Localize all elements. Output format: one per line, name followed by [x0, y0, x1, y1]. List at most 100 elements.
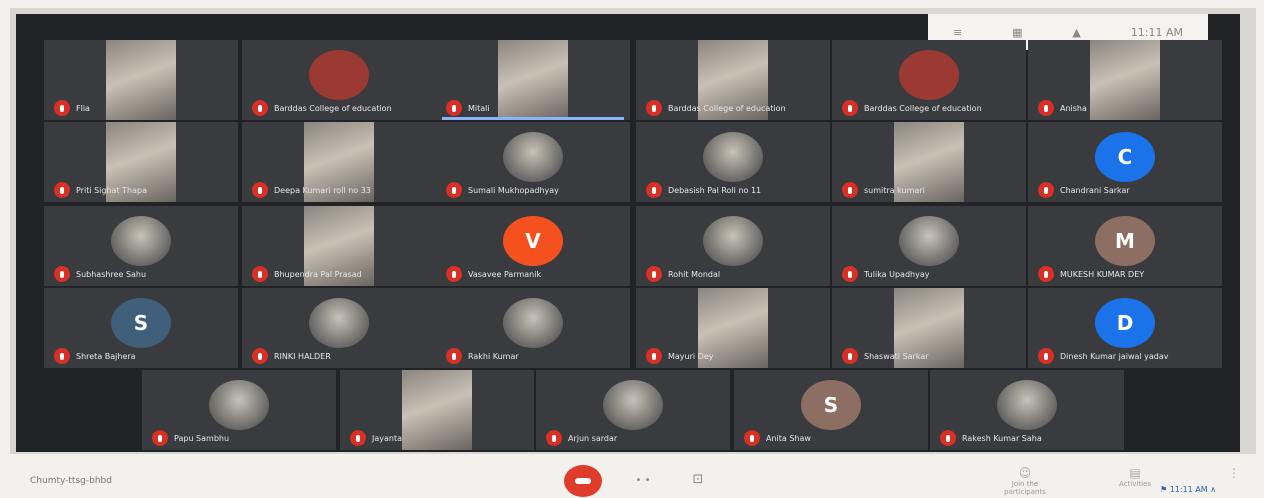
activities-button[interactable]: ▤ Activities — [1110, 466, 1160, 488]
meeting-code: Chumty-ttsg-bhbd — [30, 476, 112, 486]
participant-tile[interactable]: Deepa Kumari roll no 33 — [242, 122, 436, 202]
participant-name-row: sumitra kumari — [842, 182, 925, 198]
participant-avatar — [111, 216, 171, 266]
participant-name-row: Chandrani Sarkar — [1038, 182, 1130, 198]
participant-tile[interactable]: Rakhi Kumar — [436, 288, 630, 368]
participant-tile[interactable]: V Vasavee Parmanik — [436, 206, 630, 286]
participant-tile[interactable]: S Shreta Bajhera — [44, 288, 238, 368]
participant-tile[interactable]: Rohit Mondal — [636, 206, 830, 286]
participant-name: Arjun sardar — [568, 433, 618, 443]
participant-name: Barddas College of education — [864, 103, 982, 113]
mic-off-icon — [646, 348, 662, 364]
participant-name: MUKESH KUMAR DEY — [1060, 269, 1145, 279]
participant-tile[interactable]: Flia — [44, 40, 238, 120]
participant-tile[interactable]: Mayuri Dey — [636, 288, 830, 368]
participant-avatar — [309, 50, 369, 100]
participant-avatar: C — [1095, 132, 1155, 182]
mic-off-icon — [646, 266, 662, 282]
participant-tile[interactable]: Shaswati Sarkar — [832, 288, 1026, 368]
participants-icon[interactable]: ≡ — [953, 26, 962, 39]
participant-tile[interactable]: Priti Sighat Thapa — [44, 122, 238, 202]
mic-off-icon — [446, 266, 462, 282]
participant-avatar — [209, 380, 269, 430]
participant-tile[interactable]: Rakesh Kumar Saha — [930, 370, 1124, 450]
hangup-button[interactable] — [564, 465, 602, 497]
participant-name: Barddas College of education — [668, 103, 786, 113]
participant-name: Shreta Bajhera — [76, 351, 136, 361]
mic-off-icon — [54, 100, 70, 116]
participant-avatar: D — [1095, 298, 1155, 348]
participant-tile[interactable]: Subhashree Sahu — [44, 206, 238, 286]
participant-name-row: Rohit Mondal — [646, 266, 720, 282]
captions-button[interactable]: • • — [630, 470, 656, 490]
participant-tile[interactable]: Barddas College of education — [832, 40, 1026, 120]
participant-tile[interactable]: Sumali Mukhopadhyay — [436, 122, 630, 202]
participants-button[interactable]: ☺ Join the participants — [990, 466, 1060, 496]
mic-off-icon — [646, 100, 662, 116]
mic-off-icon — [54, 348, 70, 364]
participant-name: Mayuri Dey — [668, 351, 714, 361]
participant-tile[interactable]: Arjun sardar — [536, 370, 730, 450]
participant-name-row: Tulika Upadhyay — [842, 266, 929, 282]
participant-tile[interactable]: Debasish Pal Roll no 11 — [636, 122, 830, 202]
participant-name: Subhashree Sahu — [76, 269, 147, 279]
mic-off-icon — [252, 182, 268, 198]
participant-name: Tulika Upadhyay — [864, 269, 930, 279]
mic-off-icon — [1038, 266, 1054, 282]
participant-avatar: M — [1095, 216, 1155, 266]
participant-avatar — [309, 298, 369, 348]
more-options-button[interactable]: ⋮ — [1224, 466, 1244, 480]
participant-name: RINKI HALDER — [274, 351, 331, 361]
present-button[interactable]: ⊡ — [686, 468, 710, 490]
participant-name: Sumali Mukhopadhyay — [468, 185, 559, 195]
participant-tile[interactable]: sumitra kumari — [832, 122, 1026, 202]
participant-avatar: S — [801, 380, 861, 430]
participant-tile[interactable]: S Anita Shaw — [734, 370, 928, 450]
participant-video — [106, 40, 176, 120]
participant-tile[interactable]: C Chandrani Sarkar — [1028, 122, 1222, 202]
participant-tile[interactable]: Mitali — [436, 40, 630, 120]
shapes-icon: ▤ — [1129, 466, 1141, 480]
participant-name-row: Debasish Pal Roll no 11 — [646, 182, 761, 198]
participant-name: Dinesh Kumar jaiwal yadav — [1060, 351, 1169, 361]
mic-off-icon — [446, 348, 462, 364]
mic-off-icon — [252, 100, 268, 116]
participant-name-row: Bhupendra Pal Prasad — [252, 266, 362, 282]
participant-name: Rakesh Kumar Saha — [962, 433, 1042, 443]
participant-name-row: Jayanta — [350, 430, 402, 446]
participant-avatar — [997, 380, 1057, 430]
activity-icon[interactable]: ▲ — [1072, 26, 1080, 39]
layout-icon[interactable]: ▦ — [1012, 26, 1022, 39]
mic-off-icon — [940, 430, 956, 446]
participant-tile[interactable]: Papu Sambhu — [142, 370, 336, 450]
participant-name-row: Deepa Kumari roll no 33 — [252, 182, 371, 198]
participant-name: Jayanta — [372, 433, 403, 443]
mic-off-icon — [54, 182, 70, 198]
participant-avatar — [899, 50, 959, 100]
participant-tile[interactable]: Anisha — [1028, 40, 1222, 120]
participant-name-row: Sumali Mukhopadhyay — [446, 182, 559, 198]
participant-tile[interactable]: Barddas College of education — [242, 40, 436, 120]
participant-avatar — [703, 216, 763, 266]
participant-name: Barddas College of education — [274, 103, 392, 113]
participant-name-row: Barddas College of education — [646, 100, 786, 116]
system-tray: ⚑ 11:11 AM ∧ — [1160, 485, 1217, 494]
participant-tile[interactable]: Bhupendra Pal Prasad — [242, 206, 436, 286]
participant-name-row: RINKI HALDER — [252, 348, 331, 364]
participant-tile[interactable]: RINKI HALDER — [242, 288, 436, 368]
mic-off-icon — [252, 266, 268, 282]
mic-off-icon — [446, 182, 462, 198]
participant-avatar — [503, 132, 563, 182]
participant-name: Anisha — [1060, 103, 1087, 113]
participant-name-row: Rakesh Kumar Saha — [940, 430, 1042, 446]
participant-name: Deepa Kumari roll no 33 — [274, 185, 371, 195]
presenting-indicator — [442, 117, 624, 120]
participant-tile[interactable]: D Dinesh Kumar jaiwal yadav — [1028, 288, 1222, 368]
participant-name: Shaswati Sarkar — [864, 351, 929, 361]
participant-name-row: MUKESH KUMAR DEY — [1038, 266, 1144, 282]
participant-name: Priti Sighat Thapa — [76, 185, 147, 195]
participant-tile[interactable]: Jayanta — [340, 370, 534, 450]
participant-tile[interactable]: M MUKESH KUMAR DEY — [1028, 206, 1222, 286]
participant-tile[interactable]: Barddas College of education — [636, 40, 830, 120]
participant-tile[interactable]: Tulika Upadhyay — [832, 206, 1026, 286]
